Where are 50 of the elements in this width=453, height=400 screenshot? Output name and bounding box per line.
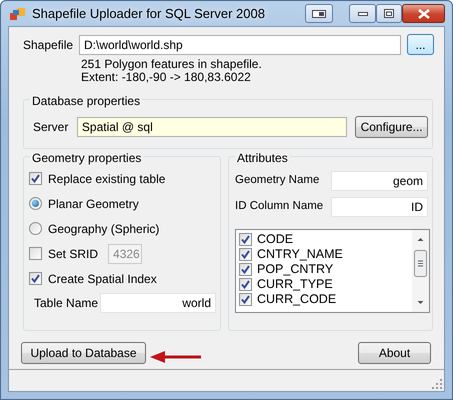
option-label: Planar Geometry	[48, 196, 139, 212]
checkbox[interactable]	[29, 272, 42, 285]
checkbox[interactable]	[29, 172, 42, 185]
checkbox[interactable]	[239, 248, 252, 261]
radio-button[interactable]	[29, 197, 42, 210]
upload-button[interactable]: Upload to Database	[21, 342, 146, 364]
column-label: CURR_CODE	[257, 291, 336, 308]
option-label: Set SRID	[48, 246, 98, 262]
field-label: Shapefile	[23, 36, 74, 54]
configure-button[interactable]: Configure...	[355, 116, 428, 138]
option-label: Replace existing table	[48, 170, 166, 188]
minimize-button[interactable]	[349, 4, 376, 23]
option-label: Geography (Spheric)	[48, 220, 160, 238]
column-label: CNTRY_NAME	[257, 246, 343, 264]
field-label: Table Name	[33, 295, 100, 312]
checkbox[interactable]	[239, 293, 252, 306]
resize-grip-icon	[432, 379, 442, 389]
field-label: Geometry Name	[235, 173, 320, 188]
checkbox[interactable]	[239, 233, 252, 246]
maximize-icon	[384, 9, 394, 18]
field-label: Server	[33, 119, 70, 136]
browse-button[interactable]: ...	[407, 34, 434, 55]
id-column-field[interactable]: ID	[330, 197, 428, 217]
checkbox[interactable]	[29, 247, 42, 260]
about-button[interactable]: About	[358, 342, 431, 364]
field-label: ID Column Name	[235, 199, 324, 214]
annotation-arrow	[150, 350, 202, 364]
server-field[interactable]: Spatial @ sql	[76, 117, 348, 137]
close-button[interactable]	[402, 4, 445, 23]
column-label: CODE	[257, 231, 294, 248]
app-icon	[10, 6, 26, 20]
window-button[interactable]	[305, 4, 333, 23]
radio-button[interactable]	[29, 222, 42, 235]
checkbox[interactable]	[239, 263, 252, 276]
close-icon	[418, 8, 430, 18]
column-list[interactable]: CODE CNTRY_NAME POP_CNTRY CURR_TYPE CURR_CODE	[235, 229, 430, 313]
info-text: 251 Polygon features in shapefile.	[81, 58, 263, 71]
scrollbar[interactable]	[412, 230, 429, 312]
minimize-icon	[358, 12, 368, 16]
info-text: Extent: -180,-90 -> 180,83.6022	[81, 71, 251, 84]
option-label: Create Spatial Index	[48, 270, 157, 288]
maximize-button[interactable]	[376, 4, 402, 23]
window-title: Shapefile Uploader for SQL Server 2008	[32, 4, 265, 23]
window-icon	[312, 10, 326, 18]
checkbox[interactable]	[239, 278, 252, 291]
column-label: POP_CNTRY	[257, 261, 334, 278]
table-name-field[interactable]: world	[100, 293, 216, 313]
shapefile-field[interactable]: D:\world\world.shp	[79, 34, 401, 54]
geometry-name-field[interactable]: geom	[330, 171, 428, 191]
column-label: CURR_TYPE	[257, 276, 333, 294]
